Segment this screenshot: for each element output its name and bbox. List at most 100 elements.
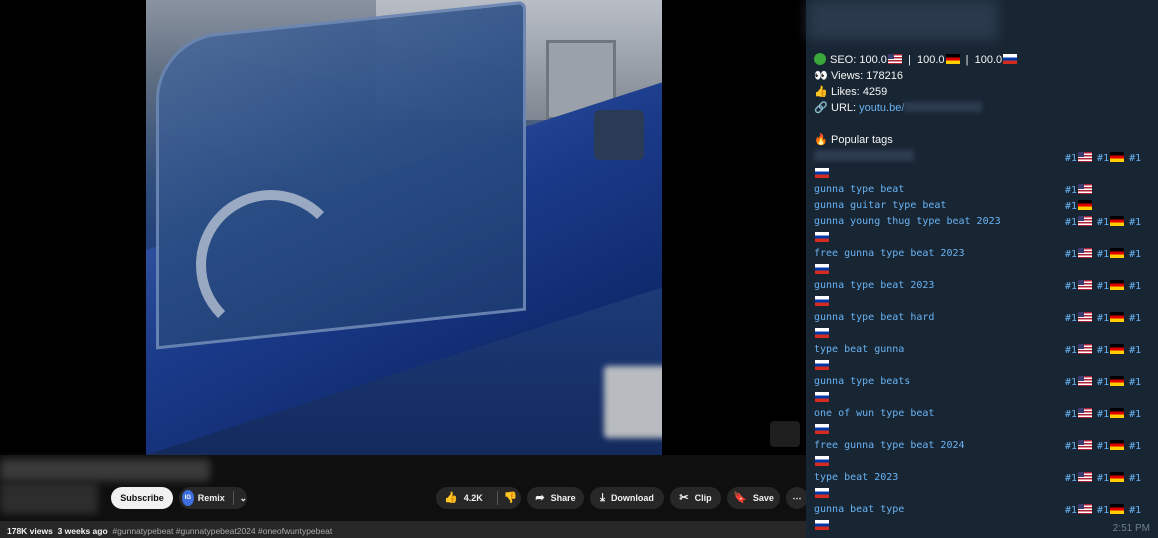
seo-separator: | (908, 54, 911, 66)
rank-text: #1 (1129, 281, 1142, 292)
bookmark-icon: 🔖 (733, 491, 747, 504)
tag-rank: #1 (1065, 504, 1093, 516)
tag-rank: #1 (1065, 312, 1093, 324)
rank-text: #1 (1097, 281, 1110, 292)
message-timestamp: 2:51 PM (1112, 523, 1150, 534)
player-corner-control[interactable] (770, 421, 800, 447)
tag-rank: #1 (1065, 344, 1093, 356)
video-url-link[interactable]: youtu.be/ (859, 102, 904, 114)
thumbs-down-icon[interactable]: 👎 (504, 492, 518, 504)
subscribe-button[interactable]: Subscribe (111, 487, 173, 509)
tag-ranks: #1 #1 #1 (1065, 152, 1146, 164)
us-flag-icon (1078, 440, 1093, 450)
tag-rank: #1 (1129, 473, 1141, 484)
share-button[interactable]: ➦ Share (527, 487, 584, 509)
share-icon: ➦ (535, 491, 545, 504)
tag-ranks: #1 (1065, 184, 1097, 196)
rank-text: #1 (1065, 313, 1078, 324)
video-title-redacted (0, 459, 210, 481)
rank-text: #1 (1065, 201, 1078, 212)
rank-text: #1 (1097, 441, 1110, 452)
download-button[interactable]: ⤓ Download (590, 487, 664, 509)
url-redacted (904, 102, 983, 112)
rank-text: #1 (1097, 473, 1110, 484)
russia-flag-icon (815, 488, 829, 498)
like-dislike-button[interactable]: 👍 4.2K 👎 (436, 487, 521, 509)
rank-text: #1 (1129, 313, 1142, 324)
tag-row: gunna type beat hard #1 #1 #1 (814, 308, 1154, 340)
remix-divider (232, 491, 234, 505)
ru-rank-flag (814, 520, 829, 532)
seo-label: SEO: (830, 54, 857, 66)
more-icon: ⋯ (792, 492, 802, 503)
russia-flag-icon (815, 392, 829, 402)
video-scene-person (196, 190, 346, 340)
russia-flag-icon (815, 424, 829, 434)
clip-button[interactable]: ✂ Clip (670, 487, 721, 509)
channel-info-redacted[interactable] (0, 482, 98, 514)
russia-flag-icon (815, 168, 829, 178)
tag-rank: #1 (1097, 152, 1125, 164)
ru-rank-flag (814, 264, 829, 276)
us-flag-icon (1078, 472, 1093, 482)
tag-row: type beat 2023 #1 #1 #1 (814, 468, 1154, 500)
rank-text: #1 (1097, 217, 1110, 228)
ru-rank-flag (814, 424, 829, 436)
germany-flag-icon (1110, 216, 1125, 226)
seo-ru-score: 100.0 (974, 54, 1003, 66)
tag-name-redacted (814, 150, 914, 161)
russia-flag-icon (815, 232, 829, 242)
remix-button[interactable]: IG Remix ⌄ (179, 487, 247, 509)
rank-text: #1 (1129, 409, 1142, 420)
rank-text: #1 (1129, 441, 1142, 452)
download-icon: ⤓ (600, 491, 605, 504)
tag-rank: #1 (1129, 217, 1141, 228)
tag-rank: #1 (1097, 280, 1125, 292)
tag-ranks: #1 #1 #1 (1065, 344, 1146, 356)
rank-text: #1 (1129, 153, 1142, 164)
us-flag-icon (1078, 408, 1093, 418)
save-button[interactable]: 🔖 Save (727, 487, 780, 509)
tag-rank: #1 (1097, 344, 1125, 356)
rank-text: #1 (1065, 249, 1078, 260)
rank-text: #1 (1065, 345, 1078, 356)
ru-rank-flag (814, 392, 829, 404)
likes-line: 👍 Likes: 4259 (814, 84, 1154, 100)
chevron-down-icon[interactable]: ⌄ (239, 493, 247, 504)
ru-rank-flag (814, 168, 829, 180)
russia-flag-icon (815, 456, 829, 466)
hashtag-list[interactable]: #gunnatypebeat #gunnatypebeat2024 #oneof… (112, 526, 332, 536)
tag-rank: #1 (1129, 441, 1141, 452)
video-description-bar[interactable]: 178K views 3 weeks ago #gunnatypebeat #g… (0, 521, 806, 538)
germany-flag-icon (1110, 152, 1125, 162)
rank-text: #1 (1097, 409, 1110, 420)
tag-rank: #1 (1065, 472, 1093, 484)
us-flag-icon (1078, 280, 1093, 290)
us-flag-icon (1078, 312, 1093, 322)
video-player[interactable] (0, 0, 806, 455)
rank-text: #1 (1065, 441, 1078, 452)
tag-rank: #1 (1097, 248, 1125, 260)
tag-row: gunna type beat #1 (814, 180, 1154, 196)
youtube-watch-panel: Subscribe IG Remix ⌄ 👍 4.2K 👎 ➦ Share ⤓ … (0, 0, 808, 538)
rank-text: #1 (1065, 409, 1078, 420)
seo-separator: | (965, 54, 969, 66)
video-frame[interactable] (146, 0, 662, 455)
thumbs-up-icon[interactable]: 👍 (444, 492, 458, 504)
tag-rank: #1 (1129, 345, 1141, 356)
popular-tags-heading: 🔥 Popular tags (814, 132, 1154, 148)
tag-rank: #1 (1129, 505, 1141, 516)
url-line: 🔗 URL: youtu.be/ (814, 100, 1154, 116)
tag-row: gunna young thug type beat 2023 #1 #1 #1 (814, 212, 1154, 244)
tag-name: gunna type beats (814, 376, 911, 387)
more-actions-button[interactable]: ⋯ (786, 487, 808, 509)
tag-name: gunna type beat 2023 (814, 280, 935, 291)
tag-rank: #1 (1129, 249, 1141, 260)
tag-rank: #1 (1065, 216, 1093, 228)
scissors-icon: ✂ (679, 491, 689, 504)
germany-flag-icon (1110, 440, 1125, 450)
views-line: 👀 Views: 178216 (814, 68, 1154, 84)
rank-text: #1 (1065, 377, 1078, 388)
germany-flag-icon (1110, 504, 1125, 514)
rank-text: #1 (1129, 249, 1142, 260)
